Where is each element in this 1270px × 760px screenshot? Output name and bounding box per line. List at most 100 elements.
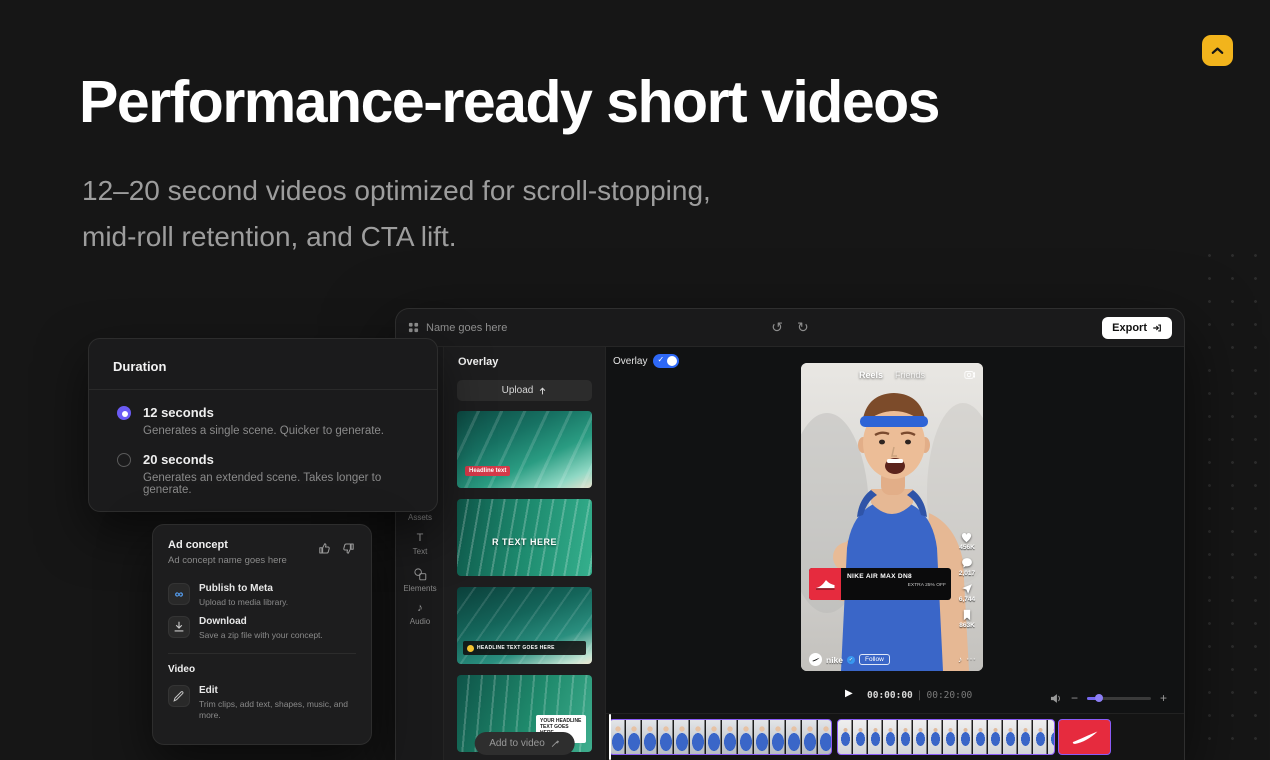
duration-card: Duration 12 seconds Generates a single s… [88, 338, 438, 512]
save-count: 863K [959, 622, 975, 629]
total-time: 00:20:00 [927, 690, 973, 701]
more-options-icon[interactable]: ⋯ [966, 654, 977, 665]
export-button[interactable]: Export [1102, 317, 1172, 339]
rail-item-text[interactable]: T Text [396, 532, 444, 556]
publish-to-meta-row[interactable]: ∞ Publish to Meta Upload to media librar… [168, 583, 356, 608]
shoe-image [809, 568, 841, 600]
rail-item-label: Audio [410, 617, 430, 626]
scroll-to-top-button[interactable] [1202, 35, 1233, 66]
ad-concept-subtitle: Ad concept name goes here [168, 555, 356, 566]
rail-item-audio[interactable]: ♪ Audio [396, 602, 444, 626]
edit-row[interactable]: Edit Trim clips, add text, shapes, music… [168, 685, 356, 721]
action-label: Publish to Meta [199, 583, 288, 594]
share-icon [961, 583, 973, 595]
thumbnail-caption: HEADLINE TEXT GOES HERE [477, 645, 555, 651]
thumbnail-caption: R TEXT HERE [457, 537, 592, 547]
zoom-out-button[interactable]: − [1071, 692, 1078, 704]
subtitle-line-1: 12–20 second videos optimized for scroll… [82, 168, 711, 214]
heart-icon [960, 531, 973, 543]
ad-concept-card: Ad concept Ad concept name goes here ∞ P… [152, 524, 372, 745]
add-to-video-label: Add to video [489, 738, 545, 749]
save-stat[interactable]: 863K [959, 609, 975, 629]
rail-item-label: Elements [403, 584, 436, 593]
action-description: Save a zip file with your concept. [199, 630, 323, 641]
option-description: Generates an extended scene. Takes longe… [143, 472, 417, 496]
rail-item-label: Text [413, 547, 428, 556]
action-label: Download [199, 616, 323, 627]
nike-avatar[interactable] [809, 653, 822, 666]
feedback-controls [317, 541, 356, 556]
duration-card-title: Duration [113, 359, 166, 374]
meta-infinity-glyph: ∞ [175, 587, 184, 601]
page-title: Performance-ready short videos [79, 68, 939, 136]
overlay-thumbnail[interactable]: HEADLINE TEXT GOES HERE [457, 587, 592, 664]
project-name-label: Name goes here [426, 322, 507, 334]
undo-icon[interactable]: ↺ [771, 319, 783, 336]
editor-topbar: Name goes here ↺ ↻ Export [396, 309, 1184, 347]
project-name-field[interactable]: Name goes here [408, 322, 507, 334]
play-button[interactable]: ▶ [845, 688, 853, 699]
nike-swoosh-icon [1071, 730, 1099, 745]
thumbnail-caption-bar: HEADLINE TEXT GOES HERE [463, 641, 586, 655]
duration-option-20s[interactable]: 20 seconds Generates an extended scene. … [117, 452, 417, 496]
zoom-in-button[interactable]: + [1160, 692, 1167, 704]
option-label: 12 seconds [143, 405, 384, 420]
download-row[interactable]: Download Save a zip file with your conce… [168, 616, 356, 641]
music-note-icon: ♪ [958, 655, 962, 664]
like-stat[interactable]: 456K [959, 531, 975, 551]
follow-button[interactable]: Follow [859, 654, 890, 665]
history-controls: ↺ ↻ [771, 319, 808, 336]
editor-canvas: Overlay ✓ [606, 347, 1184, 760]
volume-icon[interactable] [1050, 693, 1062, 704]
toggle-knob [667, 356, 677, 366]
playhead[interactable] [609, 714, 611, 760]
video-editor-window: Name goes here ↺ ↻ Export Assets [395, 308, 1185, 760]
overlay-thumbnail[interactable]: Headline text [457, 411, 592, 488]
share-count: 6,744 [959, 596, 975, 603]
thumbs-down-icon[interactable] [341, 541, 356, 556]
thumbs-up-icon[interactable] [317, 541, 332, 556]
timeline-clip-1[interactable] [609, 719, 832, 755]
share-stat[interactable]: 6,744 [959, 583, 975, 603]
time-display: 00:00:00|00:20:00 [867, 690, 972, 701]
grid-icon [408, 322, 419, 333]
tab-reels[interactable]: Reels [859, 370, 883, 380]
option-description: Generates a single scene. Quicker to gen… [143, 425, 384, 437]
engagement-rail: 456K 2,017 6,744 [954, 531, 980, 635]
overlay-thumbnail[interactable]: R TEXT HERE [457, 499, 592, 576]
radio-selected-icon[interactable] [117, 406, 131, 420]
action-description: Trim clips, add text, shapes, music, and… [199, 699, 356, 721]
video-preview[interactable]: Reels Friends 456K [801, 363, 983, 671]
camera-icon[interactable] [964, 369, 975, 380]
page: Performance-ready short videos 12–20 sec… [0, 0, 1270, 760]
thumbnail-caption: Headline text [465, 466, 510, 476]
elements-icon [413, 567, 427, 581]
zoom-controls: − + [1050, 685, 1167, 711]
duration-option-12s[interactable]: 12 seconds Generates a single scene. Qui… [117, 405, 417, 437]
option-label: 20 seconds [143, 452, 417, 467]
text-icon: T [417, 532, 424, 544]
product-banner[interactable]: NIKE AIR MAX DN8 EXTRA 25% OFF [809, 568, 951, 600]
editor-body: Assets T Text Elements ♪ Audio [396, 347, 1184, 760]
timeline-zoom-slider[interactable] [1087, 697, 1151, 700]
rail-item-elements[interactable]: Elements [396, 567, 444, 593]
video-section-label: Video [168, 664, 195, 675]
tab-friends[interactable]: Friends [895, 370, 925, 380]
account-name[interactable]: nike [826, 655, 843, 665]
comment-stat[interactable]: 2,017 [959, 557, 975, 577]
comment-icon [961, 557, 973, 569]
overlay-toggle[interactable]: ✓ [653, 354, 679, 368]
time-separator: | [917, 690, 923, 701]
export-icon [1152, 323, 1162, 333]
radio-unselected-icon[interactable] [117, 453, 131, 467]
timeline [606, 713, 1184, 760]
add-to-video-button[interactable]: Add to video [474, 732, 575, 755]
verified-badge-icon: ✓ [847, 656, 855, 664]
timeline-clip-2[interactable] [837, 719, 1055, 755]
redo-icon[interactable]: ↻ [797, 319, 809, 336]
timeline-clip-nike-logo[interactable] [1058, 719, 1111, 755]
upload-button[interactable]: Upload [457, 380, 592, 401]
slider-knob[interactable] [1095, 694, 1103, 702]
account-row: nike ✓ Follow ♪ ⋯ [809, 653, 977, 666]
chevron-up-icon [1210, 44, 1225, 57]
